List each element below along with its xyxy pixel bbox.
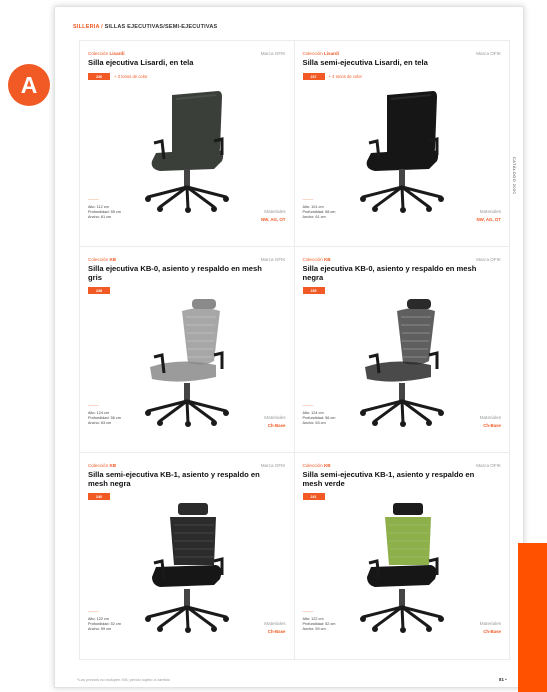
materials-value: NW, AG, OT [476,217,501,222]
coleccion-label: Colección KB [302,257,331,262]
product-specs: Alto: 101 cm Profundidad: 58 cm Ancho: 6… [303,205,336,220]
spec-divider: ——— [302,609,314,613]
product-grid: Colección Lisardi Marca OFIK Silla ejecu… [79,40,510,660]
materials-value: Ch-Base [483,423,501,428]
spec-width: Ancho: 61 cm [88,215,112,219]
spec-divider: ——— [88,403,99,407]
brand-label: Marca OFIK [260,257,286,262]
product-title[interactable]: Silla ejecutiva KB-0, asiento y respaldo… [88,264,268,282]
product-card[interactable]: Colección KB Marca OFIK Silla semi-ejecu… [80,453,295,659]
materials-label: Materiales [264,209,286,214]
product-title[interactable]: Silla ejecutiva Lisardi, en tela [88,58,268,68]
brand-label: Marca OFIK [260,51,286,56]
product-card[interactable]: Colección Lisardi Marca OFIK Silla ejecu… [80,41,295,247]
chair-image [130,297,240,427]
product-code-tag: 236 [88,73,110,80]
spec-divider: ——— [88,197,99,201]
spec-width: Ancho: 61 cm [302,215,326,219]
breadcrumb: SILLERIA / SILLAS EJECUTIVAS/SEMI-EJECUT… [73,24,217,30]
product-card[interactable]: Colección Lisardi Marca OFIK Silla semi-… [294,41,509,247]
coleccion-label: Colección Lisardi [302,51,340,56]
orange-side-bar [518,543,547,692]
product-specs: Alto: 122 cm Profundidad: 52 cm Ancho: 5… [303,617,336,632]
materials-value: Ch-Base [483,629,501,634]
catalog-page: SILLERIA / SILLAS EJECUTIVAS/SEMI-EJECUT… [54,6,524,688]
materials-label: Materiales [264,415,286,420]
materials-value: Ch-Base [267,629,286,634]
brand-label: Marca OFIK [260,463,286,468]
section-badge-a: A [8,64,50,106]
product-title[interactable]: Silla ejecutiva KB-0, asiento y respaldo… [303,264,483,282]
color-options-link[interactable]: + 4 tonos de color [329,74,362,79]
coleccion-label: Colección KB [88,463,117,468]
brand-label: Marca OFIK [476,257,501,262]
brand-label: Marca OFIK [476,463,501,468]
product-specs: Alto: 124 cm Profundidad: 56 cm Ancho: 6… [303,411,336,426]
chair-image [345,503,455,633]
brand-label: Marca OFIK [476,51,501,56]
badge-letter: A [20,71,38,98]
materials-value: Ch-Base [267,423,286,428]
chair-image [130,503,240,633]
product-code-tag: 237 [302,73,325,80]
spec-divider: ——— [88,609,99,613]
color-options-link[interactable]: + 3 tonos de color [114,74,147,79]
breadcrumb-subcategory: SILLAS EJECUTIVAS/SEMI-EJECUTIVAS [102,24,218,30]
materials-label: Materiales [479,621,501,626]
product-card[interactable]: Colección KB Marca OFIK Silla ejecutiva … [294,247,509,453]
product-title[interactable]: Silla semi-ejecutiva Lisardi, en tela [303,58,483,68]
product-code-tag: 239 [302,287,325,294]
spec-width: Ancho: 63 cm [302,421,326,425]
materials-label: Materiales [479,415,501,420]
product-title[interactable]: Silla semi-ejecutiva KB-1, asiento y res… [303,470,483,488]
spec-divider: ——— [302,197,314,201]
page-number: 81 • [499,677,507,682]
spec-width: Ancho: 63 cm [88,421,112,425]
breadcrumb-category: SILLERIA / [73,24,103,30]
product-title[interactable]: Silla semi-ejecutiva KB-1, asiento y res… [88,470,268,488]
coleccion-label: Colección Lisardi [88,51,125,56]
product-specs: Alto: 112 cm Profundidad: 55 cm Ancho: 6… [88,205,121,220]
chair-image [130,83,240,213]
footer-note: *Los precios no incluyen IVA; precio suj… [77,677,170,682]
materials-label: Materiales [264,621,286,626]
materials-value: NW, AG, OT [261,217,286,222]
spec-divider: ——— [302,403,314,407]
product-card[interactable]: Colección KB Marca OFIK Silla semi-ejecu… [295,453,510,659]
chair-image [345,83,455,213]
product-code-tag: 238 [88,287,110,294]
spec-width: Ancho: 59 cm [88,627,112,631]
product-code-tag: 241 [302,493,325,500]
product-code-tag: 240 [88,493,110,500]
chair-image [345,297,455,427]
coleccion-label: Colección KB [302,463,331,468]
coleccion-label: Colección KB [88,257,117,262]
materials-label: Materiales [479,209,501,214]
product-specs: Alto: 122 cm Profundidad: 52 cm Ancho: 5… [88,617,121,632]
product-card[interactable]: Colección KB Marca OFIK Silla ejecutiva … [80,247,295,453]
spec-width: Ancho: 59 cm [302,627,326,631]
product-specs: Alto: 124 cm Profundidad: 56 cm Ancho: 6… [88,411,121,426]
side-tab: CATÁLOGO 2020 [512,157,517,195]
